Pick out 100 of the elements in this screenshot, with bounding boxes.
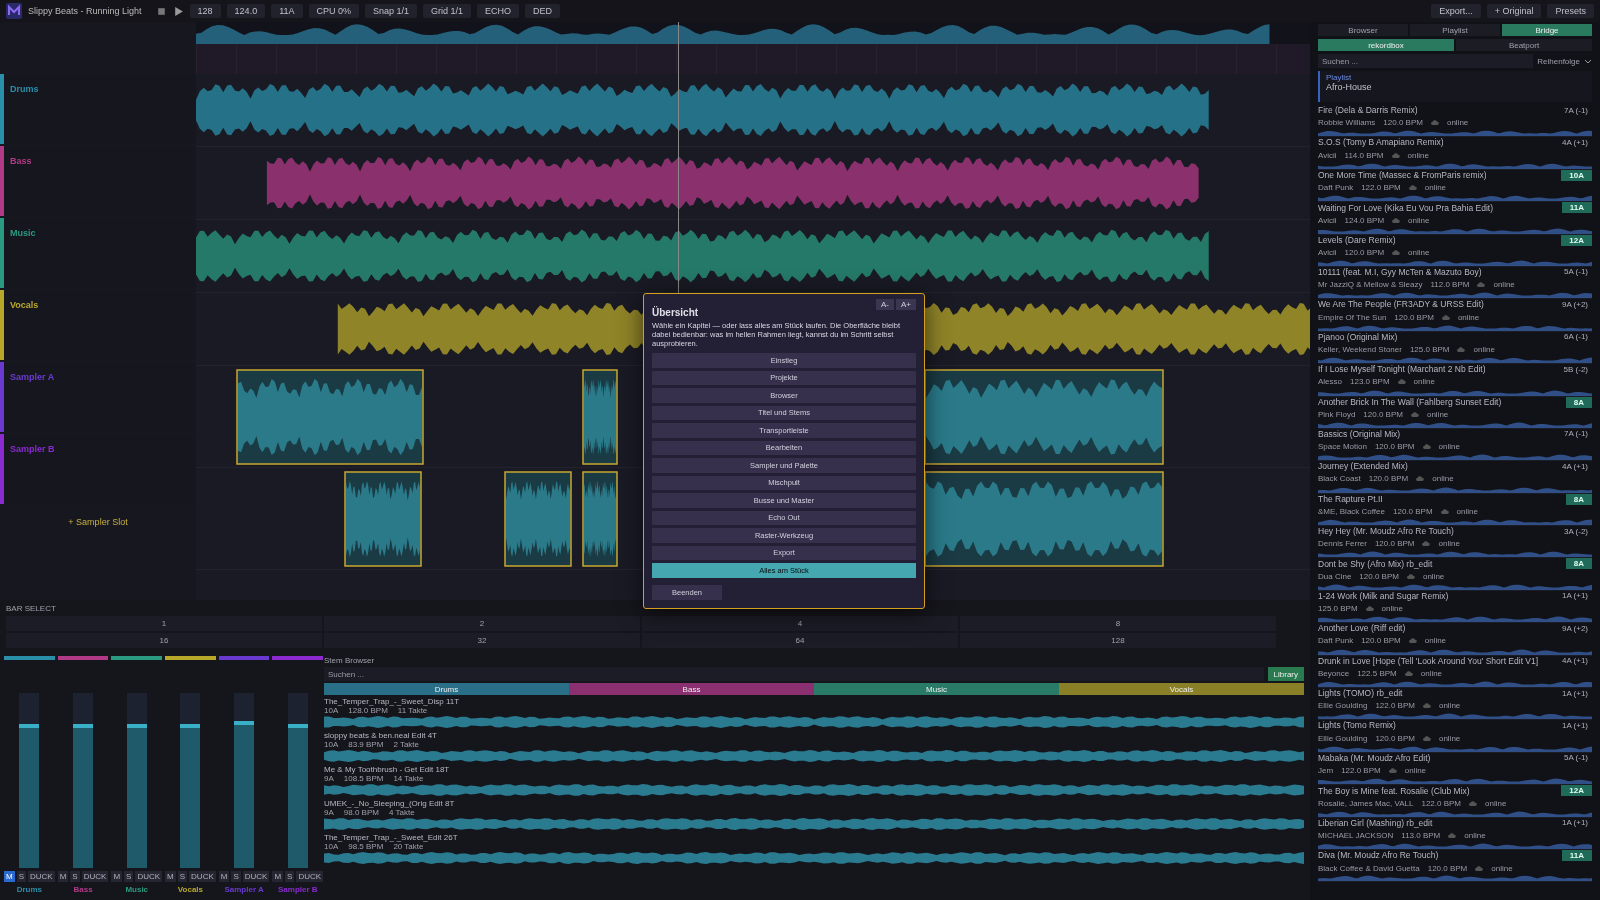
stop-icon[interactable] bbox=[155, 5, 167, 17]
bar-length-button[interactable]: 16 bbox=[6, 633, 322, 648]
bar-length-button[interactable]: 4 bbox=[642, 616, 958, 631]
track-title[interactable]: Journey (Extended Mix) bbox=[1318, 461, 1408, 472]
stem-title[interactable]: The_Temper_Trap_-_Sweet_Edit 26T bbox=[324, 833, 1304, 842]
stem-tab[interactable]: Drums bbox=[324, 683, 569, 695]
bar-length-button[interactable]: 32 bbox=[324, 633, 640, 648]
bar-length-button[interactable]: 128 bbox=[960, 633, 1276, 648]
browser-tab[interactable]: Playlist bbox=[1410, 24, 1500, 36]
channel-button[interactable]: DUCK bbox=[28, 871, 55, 882]
stem-title[interactable]: Me & My Toothbrush - Get Edit 18T bbox=[324, 765, 1304, 774]
channel-button[interactable]: M bbox=[165, 871, 176, 882]
track-title[interactable]: The Rapture Pt.II bbox=[1318, 494, 1383, 505]
track-title[interactable]: Hey Hey (Mr. Moudz Afro Re Touch) bbox=[1318, 526, 1454, 537]
track-title[interactable]: Dont be Shy (Afro Mix) rb_edit bbox=[1318, 558, 1433, 569]
sample-clip[interactable] bbox=[924, 470, 1164, 567]
track-title[interactable]: One More Time (Massec & FromParis remix) bbox=[1318, 170, 1487, 181]
library-button[interactable]: Library bbox=[1267, 667, 1304, 681]
channel-button[interactable]: M bbox=[272, 871, 284, 882]
toolbar-button[interactable]: Presets bbox=[1547, 4, 1594, 18]
browser-tab[interactable]: Browser bbox=[1318, 24, 1408, 36]
search-field[interactable]: Suchen ... bbox=[324, 667, 1264, 681]
channel-button[interactable]: DUCK bbox=[189, 871, 216, 882]
toolbar-button[interactable]: Export... bbox=[1431, 4, 1481, 18]
playlist-panel[interactable]: Playlist Afro-House bbox=[1318, 71, 1592, 102]
toolbar-field[interactable]: 11A bbox=[271, 4, 303, 18]
channel-button[interactable]: S bbox=[285, 871, 295, 882]
volume-fader[interactable] bbox=[19, 693, 40, 868]
sample-clip[interactable] bbox=[504, 470, 572, 567]
track-title[interactable]: Lights (Tomo Remix) bbox=[1318, 720, 1396, 731]
font-size-button[interactable]: A- bbox=[876, 299, 894, 310]
track-title[interactable]: Bassics (Original Mix) bbox=[1318, 428, 1401, 439]
channel-button[interactable]: S bbox=[16, 871, 26, 882]
toolbar-field[interactable]: 124.0 bbox=[226, 4, 266, 18]
sort-dropdown[interactable]: Reihenfolge bbox=[1537, 54, 1580, 68]
track-title[interactable]: Lights (TOMO) rb_edit bbox=[1318, 688, 1403, 699]
volume-fader[interactable] bbox=[287, 693, 308, 868]
chevron-down-icon[interactable] bbox=[1584, 58, 1592, 64]
track-title[interactable]: S.O.S (Tomy B Amapiano Remix) bbox=[1318, 137, 1444, 148]
track-title[interactable]: Another Brick In The Wall (Fahlberg Sunset Edit) bbox=[1318, 397, 1502, 407]
track-title[interactable]: 1-24 Work (Milk and Sugar Remix) bbox=[1318, 590, 1449, 601]
sample-clip[interactable] bbox=[236, 368, 424, 465]
bar-length-button[interactable]: 2 bbox=[324, 616, 640, 631]
play-icon[interactable] bbox=[172, 5, 184, 17]
sample-clip[interactable] bbox=[582, 368, 618, 465]
track-title[interactable]: Another Love (Riff edit) bbox=[1318, 623, 1406, 634]
track-title[interactable]: Drunk in Love [Hope (Tell 'Look Around You' Short Edit V1] bbox=[1318, 655, 1539, 666]
track-title[interactable]: Fire (Dela & Darris Remix) bbox=[1318, 105, 1418, 115]
volume-fader[interactable] bbox=[73, 693, 94, 868]
track-title[interactable]: Pjanoo (Original Mix) bbox=[1318, 331, 1398, 342]
sample-clip[interactable] bbox=[344, 470, 422, 567]
toolbar-button[interactable]: DED bbox=[525, 4, 561, 18]
sample-clip[interactable] bbox=[924, 368, 1164, 465]
sample-clip[interactable] bbox=[582, 470, 618, 567]
channel-button[interactable]: DUCK bbox=[296, 871, 324, 882]
bar-length-button[interactable]: 64 bbox=[642, 633, 958, 648]
track-title[interactable]: We Are The People (FR3ADY & URSS Edit) bbox=[1318, 299, 1484, 310]
track-status: online bbox=[1473, 344, 1495, 354]
toolbar-field[interactable]: Snap 1/1 bbox=[365, 4, 418, 18]
channel-button[interactable]: M bbox=[4, 871, 15, 882]
toolbar-field[interactable]: CPU 0% bbox=[308, 4, 359, 18]
channel-button[interactable]: DUCK bbox=[135, 871, 163, 882]
volume-fader[interactable] bbox=[126, 693, 147, 868]
track-title[interactable]: If I Lose Myself Tonight (Marchant 2 Nb Edit) bbox=[1318, 364, 1486, 375]
stem-title[interactable]: The_Temper_Trap_-_Sweet_Disp 11T bbox=[324, 697, 1304, 706]
channel-button[interactable]: S bbox=[70, 871, 80, 882]
stem-tab[interactable]: Vocals bbox=[1059, 683, 1304, 695]
track-title[interactable]: 10111 (feat. M.I, Gyy McTen & Mazuto Boy) bbox=[1318, 266, 1482, 277]
stem-tab[interactable]: Music bbox=[814, 683, 1059, 695]
track-title[interactable]: Mabaka (Mr. Moudz Afro Edit) bbox=[1318, 752, 1431, 763]
toolbar-field[interactable]: 128 bbox=[189, 4, 221, 18]
channel-button[interactable]: M bbox=[218, 871, 230, 882]
channel-button[interactable]: M bbox=[57, 871, 69, 882]
font-size-button[interactable]: A+ bbox=[896, 299, 916, 310]
toolbar-field[interactable]: Grid 1/1 bbox=[423, 4, 472, 18]
track-title[interactable]: Liberian Girl (Mashing) rb_edit bbox=[1318, 817, 1433, 828]
stem-title[interactable]: UMEK_-_No_Sleeping_(Orig Edit 8T bbox=[324, 799, 1304, 808]
source-tab[interactable]: Beatport bbox=[1456, 39, 1592, 51]
stem-title[interactable]: sloppy beats & ben.neal Edit 4T bbox=[324, 731, 1304, 740]
track-title[interactable]: Levels (Dare Remix) bbox=[1318, 235, 1396, 246]
track-title[interactable]: Waiting For Love (Kika Eu Vou Pra Bahia Edit) bbox=[1318, 202, 1493, 213]
add-slot-button[interactable]: + Sampler Slot bbox=[0, 516, 196, 528]
bar-length-button[interactable]: 8 bbox=[960, 616, 1276, 631]
channel-button[interactable]: DUCK bbox=[242, 871, 270, 882]
search-field[interactable]: Suchen ... bbox=[1318, 54, 1534, 68]
channel-button[interactable]: S bbox=[231, 871, 241, 882]
channel-button[interactable]: M bbox=[111, 871, 123, 882]
bar-length-button[interactable]: 1 bbox=[6, 616, 322, 631]
browser-tab[interactable]: Bridge bbox=[1502, 24, 1592, 36]
channel-button[interactable]: S bbox=[124, 871, 134, 882]
toolbar-button[interactable]: ECHO bbox=[477, 4, 520, 18]
volume-fader[interactable] bbox=[180, 693, 201, 868]
channel-button[interactable]: DUCK bbox=[81, 871, 109, 882]
source-tab[interactable]: rekordbox bbox=[1318, 39, 1454, 51]
track-title[interactable]: Diva (Mr. Moudz Afro Re Touch) bbox=[1318, 850, 1439, 861]
volume-fader[interactable] bbox=[234, 693, 255, 868]
toolbar-button[interactable]: + Original bbox=[1486, 4, 1542, 18]
channel-button[interactable]: S bbox=[177, 871, 188, 882]
track-title[interactable]: The Boy is Mine feat. Rosalie (Club Mix) bbox=[1318, 785, 1470, 796]
stem-tab[interactable]: Bass bbox=[569, 683, 814, 695]
